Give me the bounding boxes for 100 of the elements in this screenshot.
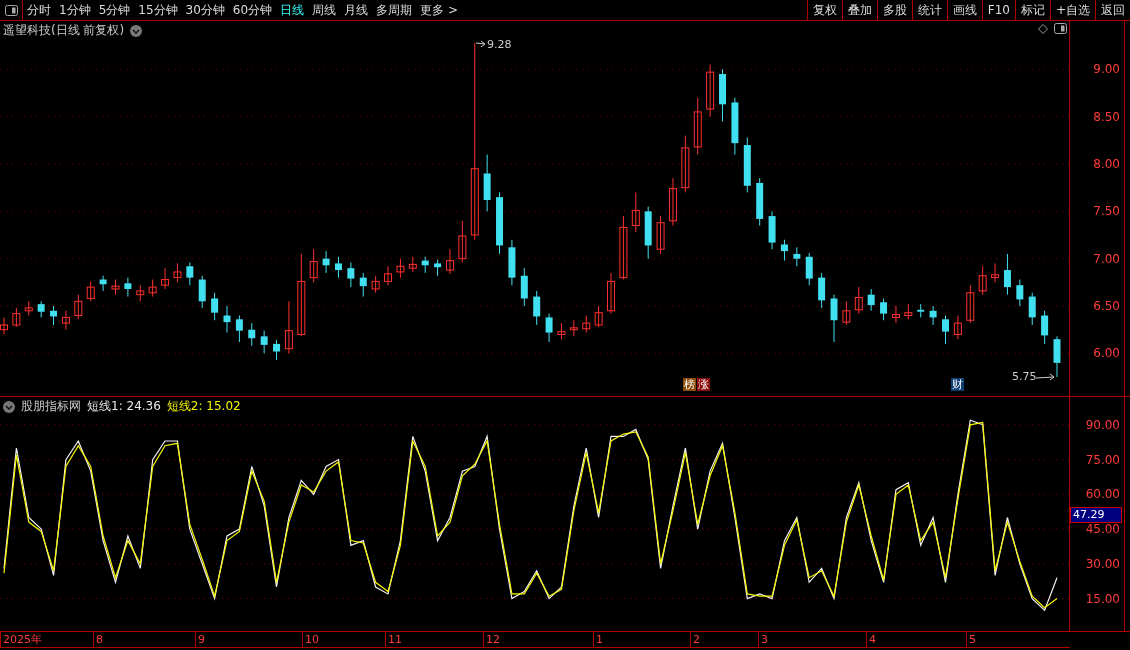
candlestick [842,300,851,326]
candlestick [1016,279,1024,307]
candlestick [61,310,70,331]
candlestick [421,256,429,274]
candlestick [545,313,553,343]
time-axis-label: 11 [385,632,402,647]
indicator-axis-label: 75.00 [1085,452,1120,467]
candlestick [978,265,987,296]
candlestick [533,290,541,326]
candlestick [631,191,640,233]
time-axis-label: 2025年 [0,632,42,647]
panel-toggle-icon[interactable] [4,4,18,16]
candlestick [706,64,715,118]
period-tab[interactable]: 30分钟 [181,0,229,20]
candlestick [1053,335,1061,378]
candlestick [74,294,83,320]
low-price-label: 5.75 [1012,370,1037,383]
candlestick [607,272,615,315]
candlestick [731,97,739,155]
candlestick [991,262,1000,283]
candlestick [359,272,367,298]
period-tab[interactable]: 15分钟 [134,0,182,20]
time-axis-label: 9 [195,632,205,647]
event-tag[interactable]: 榜 [683,378,696,391]
price-axis-label: 7.50 [1093,204,1120,219]
candlestick [322,250,330,274]
candlestick [483,154,491,212]
dropdown-icon[interactable] [3,400,15,413]
candlestick [284,300,293,354]
candlestick [458,220,467,263]
candlestick [867,288,875,312]
candlestick [347,262,355,288]
candlestick [50,305,58,326]
candlestick [793,246,801,267]
candlestick [681,135,690,193]
candlestick [780,239,788,262]
indicator-reading: 短线1: 24.36 [87,398,161,415]
price-axis-label: 8.00 [1093,157,1120,171]
candlestick [830,294,838,343]
candlestick [917,303,925,318]
time-axis-label: 2 [690,632,700,647]
candlestick [371,275,380,294]
price-axis-label: 6.00 [1093,346,1120,361]
chart-title: 遥望科技(日线 前复权) [3,22,125,39]
candlestick [434,259,442,277]
period-tab[interactable]: 分时 [23,0,55,20]
candlestick [186,262,194,286]
period-tab[interactable]: 多周期 [372,0,417,20]
period-tab[interactable]: 日线 [276,0,309,20]
candlestick [929,305,937,326]
candlestick [656,215,665,255]
candlestick [496,191,504,255]
arrow-icon [476,40,486,48]
indicator-axis-label: 90.00 [1085,417,1120,432]
dropdown-icon[interactable] [130,24,143,37]
period-tab[interactable]: 周线 [308,0,341,20]
panel-toggle-icon[interactable] [1054,23,1067,34]
candlestick [805,252,813,286]
candlestick [99,275,107,292]
candlestick [173,262,182,283]
candlestick [644,206,652,260]
candlestick [408,256,417,273]
indicator-axis-label: 60.00 [1085,487,1120,502]
candlestick [148,279,157,298]
period-tab[interactable]: 1分钟 [55,0,95,20]
candlestick [0,316,8,335]
time-axis-label: 5 [966,632,976,647]
period-tab[interactable]: 60分钟 [228,0,277,20]
candlestick [854,286,863,315]
indicator-reading: 短线2: 15.02 [166,398,241,415]
candlestick [24,300,33,316]
event-tag[interactable]: 涨 [697,378,710,391]
indicator-axis-label: 45.00 [1085,522,1120,537]
period-tab[interactable]: 月线 [340,0,373,20]
candlestick [235,315,243,343]
candlestick [693,97,702,155]
time-axis-label: 1 [593,632,603,647]
candlestick [161,267,170,290]
time-axis-label: 10 [302,632,319,647]
period-tab[interactable]: 更多 > [416,0,462,20]
candlestick [12,307,21,328]
price-axis-label: 9.00 [1093,62,1120,77]
price-axis-label: 7.00 [1093,251,1120,266]
price-axis-label: 6.50 [1093,299,1120,314]
candlestick [111,279,120,296]
candlestick [86,280,95,302]
candlestick [396,258,405,279]
candlestick [953,315,962,340]
candlestick [384,265,393,286]
diamond-icon[interactable] [1038,23,1048,34]
price-axis-label: 8.50 [1093,109,1120,124]
time-axis-label: 3 [758,632,768,647]
candlestick [124,277,132,298]
candlestick [756,177,764,227]
candlestick [891,305,900,324]
candlestick [1003,253,1011,296]
candlestick [248,322,256,347]
period-tab[interactable]: 5分钟 [94,0,135,20]
candlestick [1041,310,1049,345]
event-tag[interactable]: 财 [951,378,964,391]
